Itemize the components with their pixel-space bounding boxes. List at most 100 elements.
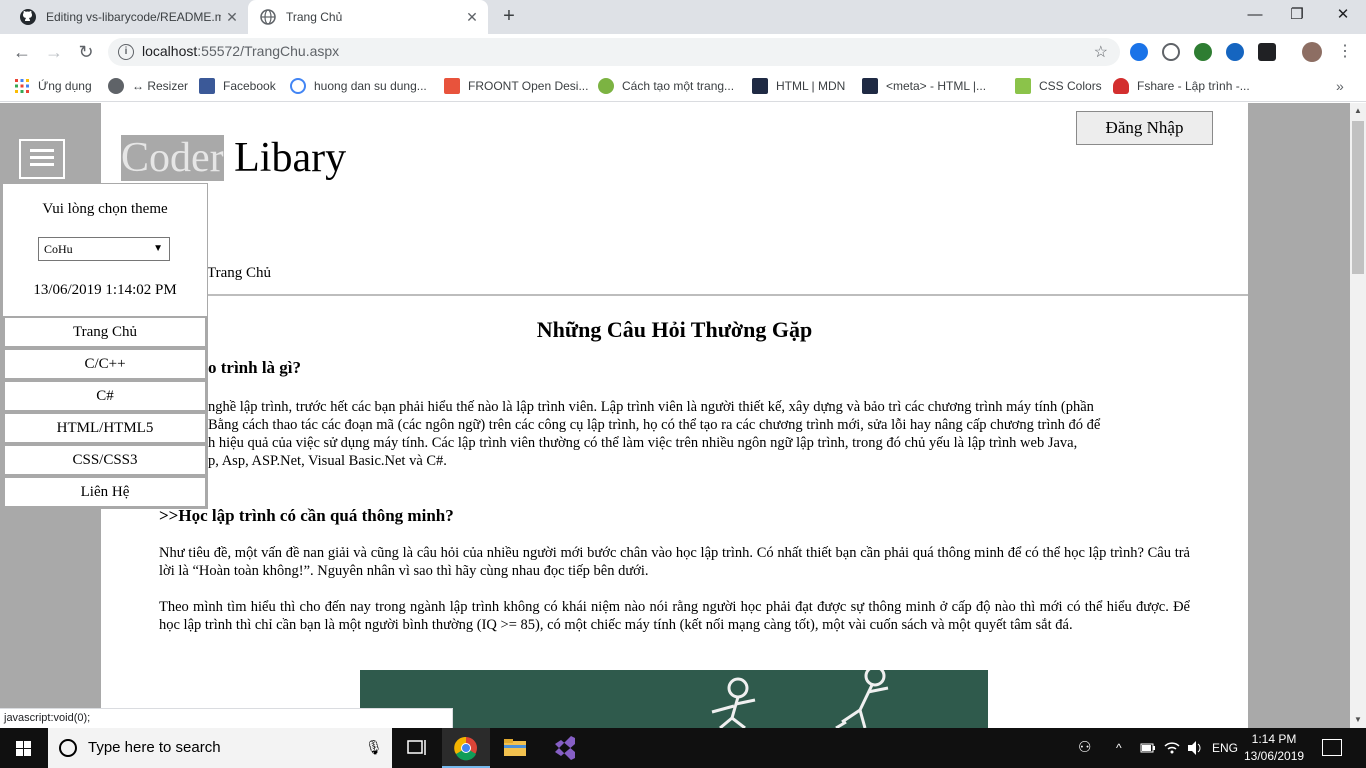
menu-item-css[interactable]: CSS/CSS3 [3, 444, 207, 476]
cloud-icon [1113, 78, 1129, 94]
bookmark-html-mdn[interactable]: HTML | MDN [752, 77, 845, 95]
answer-1-line: h hiệu quả của việc sử dụng máy tính. Cá… [208, 435, 1078, 451]
menu-item-lien-he[interactable]: Liên Hệ [3, 476, 207, 508]
hamburger-menu-button[interactable] [19, 139, 65, 179]
wordpress-icon [598, 78, 614, 94]
site-info-icon[interactable]: i [118, 44, 134, 60]
profile-avatar[interactable] [1302, 42, 1322, 62]
taskbar-visual-studio[interactable] [541, 728, 589, 768]
answer-1-paragraph: nghề lập trình, trước hết các bạn phải h… [208, 398, 1190, 470]
bookmark-facebook[interactable]: Facebook [199, 77, 276, 95]
extension-icon-r[interactable] [1226, 43, 1244, 61]
bookmark-apps[interactable]: Ứng dụng [14, 77, 92, 95]
tab-title: Editing vs-libarycode/README.m [46, 10, 221, 24]
scroll-thumb[interactable] [1352, 121, 1364, 274]
theme-label: Vui lòng chọn theme [42, 201, 168, 217]
start-button[interactable] [0, 728, 48, 768]
menu-item-html[interactable]: HTML/HTML5 [3, 412, 207, 444]
bookmark-fshare[interactable]: Fshare - Lập trình -... [1113, 77, 1250, 95]
mdn-icon [862, 78, 878, 94]
browser-toolbar: ← → ↻ i localhost:55572/TrangChu.aspx ☆ … [0, 34, 1366, 70]
answer-3-paragraph: Theo mình tìm hiểu thì cho đến nay trong… [159, 599, 1190, 633]
taskbar-file-explorer[interactable] [491, 728, 539, 768]
task-view-button[interactable] [392, 728, 440, 768]
bookmark-froont[interactable]: FROONT Open Desi... [444, 77, 588, 95]
tab-github-readme[interactable]: Editing vs-libarycode/README.m ✕ [8, 0, 248, 34]
dropdown-arrow-icon: ▼ [153, 243, 163, 254]
bookmarks-bar: Ứng dụng ↔ Resizer Facebook huong dan su… [0, 70, 1366, 102]
scroll-down-arrow-icon[interactable]: ▼ [1350, 712, 1366, 728]
bookmark-label: <meta> - HTML |... [886, 79, 987, 93]
bookmark-label: Cách tạo một trang... [622, 79, 735, 93]
task-view-icon [407, 740, 426, 755]
url-text[interactable]: localhost:55572/TrangChu.aspx [142, 43, 339, 59]
menu-item-c-cpp[interactable]: C/C++ [3, 348, 207, 380]
froont-icon [444, 78, 460, 94]
new-tab-button[interactable]: + [498, 6, 520, 28]
login-button[interactable]: Đăng Nhập [1076, 111, 1213, 145]
chalkboard-image [360, 670, 988, 728]
address-bar[interactable]: i localhost:55572/TrangChu.aspx ☆ [108, 38, 1120, 66]
mdn-icon [752, 78, 768, 94]
minimize-button[interactable]: — [1232, 0, 1278, 30]
tab-title: Trang Chủ [286, 10, 343, 24]
tab-trang-chu[interactable]: Trang Chủ ✕ [248, 0, 488, 34]
window-close-button[interactable]: ✕ [1320, 0, 1366, 30]
bookmark-label: Fshare - Lập trình -... [1137, 79, 1250, 93]
google-icon [290, 78, 306, 94]
answer-1-line: Bằng cách thao tác các đoạn mã (các ngôn… [208, 417, 1101, 433]
reload-button[interactable]: ↻ [74, 40, 98, 64]
extension-icon-sync[interactable] [1162, 43, 1180, 61]
answer-2-paragraph: Như tiêu đề, một vấn đề nan giải và cũng… [159, 545, 1190, 579]
bookmark-huong-dan[interactable]: huong dan su dung... [290, 77, 427, 95]
bookmark-label: Facebook [223, 79, 276, 93]
people-icon[interactable]: ⚇ [1078, 728, 1091, 768]
bookmark-meta-html[interactable]: <meta> - HTML |... [862, 77, 986, 95]
bookmark-star-icon[interactable]: ☆ [1094, 42, 1108, 62]
visual-studio-icon [555, 736, 575, 760]
forward-button[interactable]: → [42, 40, 66, 64]
theme-selected-value: CoHu [44, 242, 73, 256]
chalk-figures-illustration [711, 670, 889, 728]
taskbar-chrome[interactable] [442, 728, 490, 768]
tab-close-icon[interactable]: ✕ [224, 9, 240, 25]
scroll-up-arrow-icon[interactable]: ▲ [1350, 103, 1366, 119]
bookmark-label: Ứng dụng [38, 79, 92, 93]
menu-item-csharp[interactable]: C# [3, 380, 207, 412]
w3schools-icon [1015, 78, 1031, 94]
windows-taskbar: Type here to search 🎙 ⚇ ^ ENG 1:14 PM 13… [0, 728, 1366, 768]
bookmark-label: CSS Colors [1039, 79, 1102, 93]
taskbar-search-box[interactable]: Type here to search 🎙 [48, 728, 392, 768]
search-placeholder: Type here to search [88, 739, 221, 756]
breadcrumb[interactable]: Trang Chủ [207, 265, 271, 282]
page-content: Coder Libary Đăng Nhập Trang Chủ Những C… [101, 103, 1248, 728]
page-scrollbar[interactable]: ▲ ▼ [1350, 103, 1366, 728]
bookmark-cach-tao[interactable]: Cách tạo một trang... [598, 77, 734, 95]
bookmark-css-colors[interactable]: CSS Colors [1015, 77, 1102, 95]
microphone-icon[interactable]: 🎙 [365, 739, 383, 756]
bookmark-resizer[interactable]: ↔ Resizer [108, 77, 188, 95]
battery-icon[interactable] [1140, 728, 1156, 768]
hamburger-bar [30, 156, 54, 159]
tab-strip: Editing vs-libarycode/README.m ✕ Trang C… [0, 0, 1366, 34]
volume-icon[interactable] [1186, 728, 1204, 768]
menu-item-trang-chu[interactable]: Trang Chủ [3, 316, 207, 348]
language-indicator[interactable]: ENG [1212, 728, 1238, 768]
theme-select[interactable]: CoHu ▼ [38, 237, 170, 261]
wifi-icon[interactable] [1163, 728, 1181, 768]
extension-icon-blue[interactable] [1130, 43, 1148, 61]
logo-rest: Libary [223, 135, 347, 181]
bookmark-label: huong dan su dung... [314, 79, 427, 93]
extension-icon-globe[interactable] [1194, 43, 1212, 61]
back-button[interactable]: ← [10, 40, 34, 64]
bookmarks-overflow-icon[interactable]: » [1336, 78, 1344, 94]
show-hidden-icons-chevron[interactable]: ^ [1116, 728, 1122, 768]
action-center-icon[interactable] [1322, 739, 1342, 756]
tab-close-icon[interactable]: ✕ [464, 9, 480, 25]
taskbar-clock[interactable]: 1:14 PM 13/06/2019 [1244, 731, 1304, 765]
site-logo[interactable]: Coder Libary [121, 134, 346, 182]
bookmark-label: FROONT Open Desi... [468, 79, 589, 93]
extension-icon-dark[interactable] [1258, 43, 1276, 61]
restore-button[interactable]: ❐ [1274, 0, 1320, 30]
browser-menu-icon[interactable]: ⋮ [1335, 42, 1355, 62]
